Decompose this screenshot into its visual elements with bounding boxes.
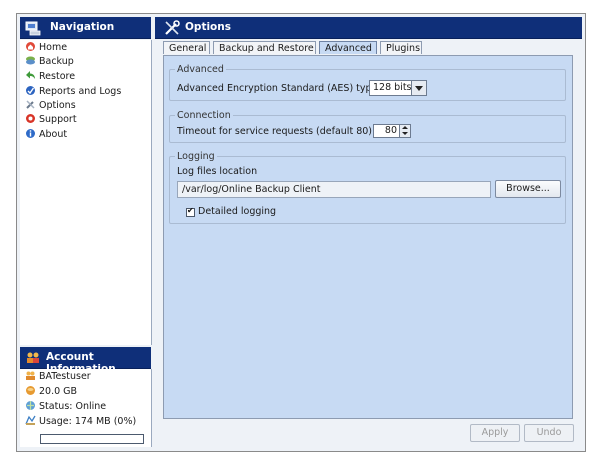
account-information-header: Account Information bbox=[20, 347, 151, 375]
log-location-field[interactable]: /var/log/Online Backup Client bbox=[177, 181, 491, 198]
account-user: BATestuser bbox=[25, 370, 91, 384]
spinner-arrows-icon[interactable] bbox=[399, 125, 410, 137]
restore-icon bbox=[26, 71, 35, 79]
nav-item-label: Options bbox=[39, 100, 76, 111]
undo-button[interactable]: Undo bbox=[524, 424, 574, 442]
undo-button-label: Undo bbox=[536, 427, 562, 438]
log-location-value: /var/log/Online Backup Client bbox=[182, 184, 321, 195]
info-icon bbox=[26, 129, 35, 138]
tab-general[interactable]: General bbox=[163, 41, 210, 54]
online-status-icon bbox=[26, 401, 35, 410]
tools-icon bbox=[165, 20, 180, 35]
nav-item-support[interactable]: Support bbox=[25, 113, 77, 127]
usage-icon bbox=[25, 415, 36, 425]
aes-type-select[interactable]: 128 bits bbox=[369, 80, 427, 96]
navigation-header: Navigation bbox=[20, 17, 151, 39]
nav-item-label: Support bbox=[39, 114, 77, 125]
nav-item-about[interactable]: About bbox=[25, 128, 67, 142]
aes-type-label: Advanced Encryption Standard (AES) type: bbox=[177, 83, 381, 94]
account-username: BATestuser bbox=[39, 371, 91, 382]
apply-button[interactable]: Apply bbox=[470, 424, 520, 442]
tab-label: Plugins bbox=[386, 43, 421, 54]
home-icon bbox=[26, 42, 35, 51]
tab-label: Advanced bbox=[325, 43, 372, 54]
connection-group-label: Connection bbox=[175, 110, 233, 121]
nav-item-label: Restore bbox=[39, 71, 76, 82]
options-header: Options bbox=[155, 17, 582, 39]
detailed-logging-checkbox[interactable] bbox=[186, 206, 195, 217]
nav-item-home[interactable]: Home bbox=[25, 41, 67, 55]
storage-icon bbox=[26, 386, 35, 395]
nav-item-label: About bbox=[39, 129, 68, 140]
timeout-value: 80 bbox=[384, 125, 397, 136]
advanced-group-label: Advanced bbox=[175, 64, 226, 75]
users-icon bbox=[27, 352, 39, 363]
account-information-panel: BATestuser 20.0 GB Status: Online Usage:… bbox=[20, 369, 152, 447]
logging-group-label: Logging bbox=[175, 151, 217, 162]
tab-backup-and-restore[interactable]: Backup and Restore bbox=[213, 41, 316, 54]
options-title: Options bbox=[185, 21, 231, 33]
tab-advanced[interactable]: Advanced bbox=[319, 41, 377, 54]
support-icon bbox=[26, 114, 35, 123]
computer-icon bbox=[25, 21, 41, 36]
nav-item-label: Reports and Logs bbox=[39, 86, 122, 97]
user-icon bbox=[26, 371, 35, 380]
timeout-spinner[interactable]: 80 bbox=[373, 124, 411, 138]
account-status: Status: Online bbox=[25, 400, 106, 414]
tools-icon bbox=[26, 100, 35, 109]
account-status-text: Status: Online bbox=[39, 401, 107, 412]
nav-item-restore[interactable]: Restore bbox=[25, 70, 75, 84]
advanced-group: Advanced Advanced Encryption Standard (A… bbox=[169, 64, 566, 101]
nav-item-label: Backup bbox=[39, 56, 74, 67]
account-usage-text: Usage: 174 MB (0%) bbox=[39, 416, 137, 427]
tab-plugins[interactable]: Plugins bbox=[380, 41, 422, 54]
account-usage: Usage: 174 MB (0%) bbox=[25, 415, 136, 429]
account-quota: 20.0 GB bbox=[25, 385, 77, 399]
nav-item-backup[interactable]: Backup bbox=[25, 55, 74, 69]
usage-progress-bar bbox=[40, 434, 144, 444]
reports-icon bbox=[26, 86, 35, 95]
detailed-logging-label[interactable]: Detailed logging bbox=[198, 206, 276, 217]
chevron-down-icon[interactable] bbox=[411, 81, 426, 95]
browse-button-label: Browse... bbox=[506, 183, 550, 194]
nav-item-reports-and-logs[interactable]: Reports and Logs bbox=[25, 85, 121, 99]
account-quota-value: 20.0 GB bbox=[39, 386, 78, 397]
aes-type-value: 128 bits bbox=[373, 82, 412, 93]
backup-icon bbox=[26, 56, 35, 65]
advanced-tab-content: Advanced Advanced Encryption Standard (A… bbox=[163, 55, 573, 419]
apply-button-label: Apply bbox=[481, 427, 509, 438]
nav-item-options[interactable]: Options bbox=[25, 99, 76, 113]
navigation-list: Home Backup Restore Reports and Logs Opt… bbox=[20, 40, 152, 345]
timeout-label: Timeout for service requests (default 80… bbox=[177, 126, 372, 137]
connection-group: Connection Timeout for service requests … bbox=[169, 110, 566, 143]
navigation-title: Navigation bbox=[50, 21, 115, 33]
tab-label: General bbox=[169, 43, 207, 54]
log-location-label: Log files location bbox=[177, 166, 258, 177]
tab-label: Backup and Restore bbox=[219, 43, 314, 54]
browse-button[interactable]: Browse... bbox=[495, 180, 561, 198]
nav-item-label: Home bbox=[39, 42, 68, 53]
logging-group: Logging Log files location /var/log/Onli… bbox=[169, 151, 566, 224]
